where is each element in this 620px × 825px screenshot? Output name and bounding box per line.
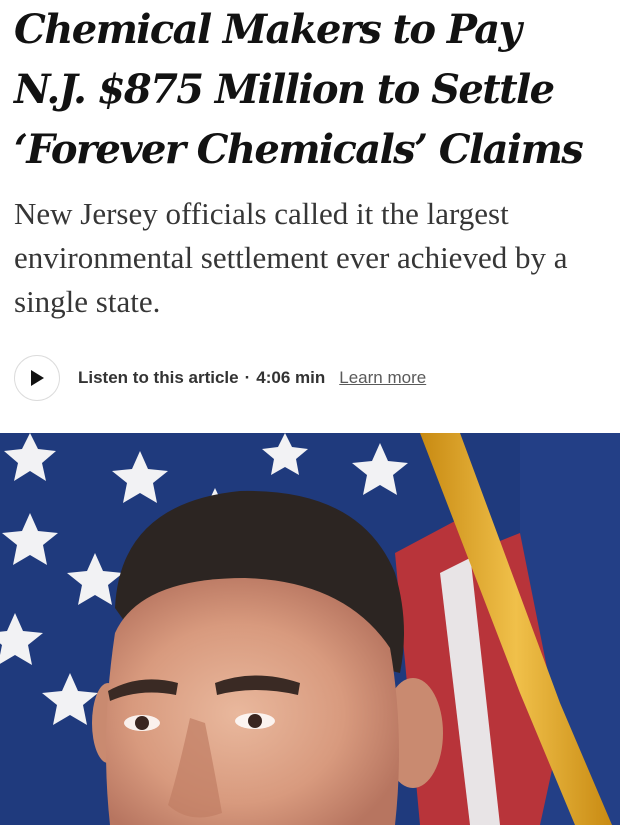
audio-duration: 4:06 min	[256, 368, 326, 387]
headline-line-3: ‘Forever Chemicals’ Claims	[14, 126, 584, 173]
article-headline: Chemical Makers to Pay N.J. $875 Million…	[14, 0, 614, 180]
article-summary: New Jersey officials called it the large…	[14, 196, 568, 319]
play-icon	[31, 370, 44, 386]
audio-player: Listen to this article · 4:06 min Learn …	[14, 353, 574, 403]
audio-separator: ·	[244, 368, 251, 387]
article-photo[interactable]	[0, 433, 620, 825]
play-button[interactable]	[14, 355, 60, 401]
headline-line-2: N.J. $875 Million to Settle	[14, 66, 555, 113]
learn-more-link[interactable]: Learn more	[339, 368, 426, 388]
listen-label: Listen to this article	[78, 368, 239, 387]
face	[106, 578, 399, 825]
headline-line-1: Chemical Makers to Pay	[14, 6, 522, 53]
photo-illustration	[0, 433, 620, 825]
